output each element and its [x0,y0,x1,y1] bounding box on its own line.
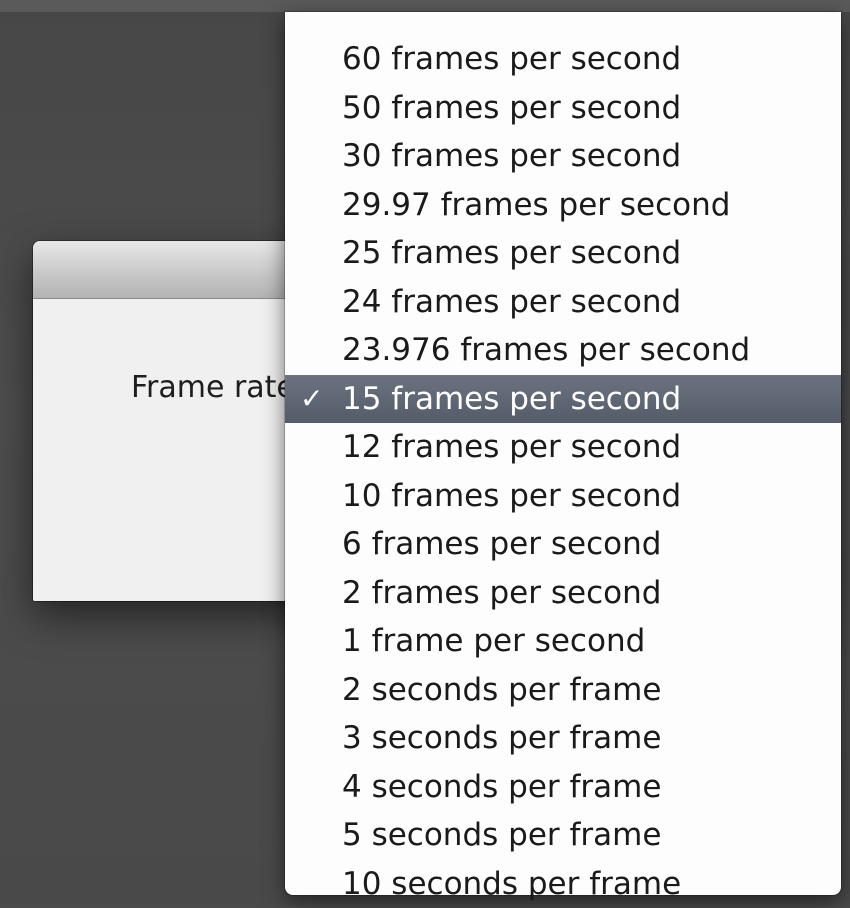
menu-item-24-fps[interactable]: 24 frames per second [285,278,841,327]
menu-item-25-fps[interactable]: 25 frames per second [285,229,841,278]
menu-item-label: 3 seconds per frame [342,720,661,756]
menu-bar-strip [0,0,850,12]
menu-item-30-fps[interactable]: 30 frames per second [285,132,841,181]
menu-item-label: 30 frames per second [342,138,681,174]
menu-item-6-fps[interactable]: 6 frames per second [285,520,841,569]
menu-item-60-fps[interactable]: 60 frames per second [285,35,841,84]
menu-item-label: 29.97 frames per second [342,187,730,223]
menu-item-29-97-fps[interactable]: 29.97 frames per second [285,181,841,230]
menu-item-label: 2 frames per second [342,575,661,611]
menu-item-15-fps-selected[interactable]: ✓ 15 frames per second [285,375,841,424]
menu-item-5-spf[interactable]: 5 seconds per frame [285,811,841,860]
menu-item-3-spf[interactable]: 3 seconds per frame [285,714,841,763]
menu-item-1-fps[interactable]: 1 frame per second [285,617,841,666]
menu-item-label: 24 frames per second [342,284,681,320]
menu-item-label: 25 frames per second [342,235,681,271]
menu-item-2-fps[interactable]: 2 frames per second [285,569,841,618]
menu-item-4-spf[interactable]: 4 seconds per frame [285,763,841,812]
menu-item-label: 2 seconds per frame [342,672,661,708]
menu-item-label: 15 frames per second [342,381,681,417]
menu-item-label: 10 seconds per frame [342,866,681,902]
menu-item-label: 4 seconds per frame [342,769,661,805]
menu-item-label: 12 frames per second [342,429,681,465]
menu-item-label: 50 frames per second [342,90,681,126]
menu-item-label: 10 frames per second [342,478,681,514]
menu-item-label: 23.976 frames per second [342,332,750,368]
menu-item-2-spf[interactable]: 2 seconds per frame [285,666,841,715]
menu-item-label: 1 frame per second [342,623,645,659]
menu-item-50-fps[interactable]: 50 frames per second [285,84,841,133]
menu-item-label: 60 frames per second [342,41,681,77]
frame-rate-label: Frame rate: [131,370,305,406]
menu-item-10-spf[interactable]: 10 seconds per frame [285,860,841,908]
frame-rate-menu[interactable]: 60 frames per second 50 frames per secon… [285,12,841,895]
menu-item-label: 6 frames per second [342,526,661,562]
menu-item-10-fps[interactable]: 10 frames per second [285,472,841,521]
menu-item-12-fps[interactable]: 12 frames per second [285,423,841,472]
menu-item-label: 5 seconds per frame [342,817,661,853]
checkmark-icon: ✓ [300,375,323,424]
menu-item-23-976-fps[interactable]: 23.976 frames per second [285,326,841,375]
